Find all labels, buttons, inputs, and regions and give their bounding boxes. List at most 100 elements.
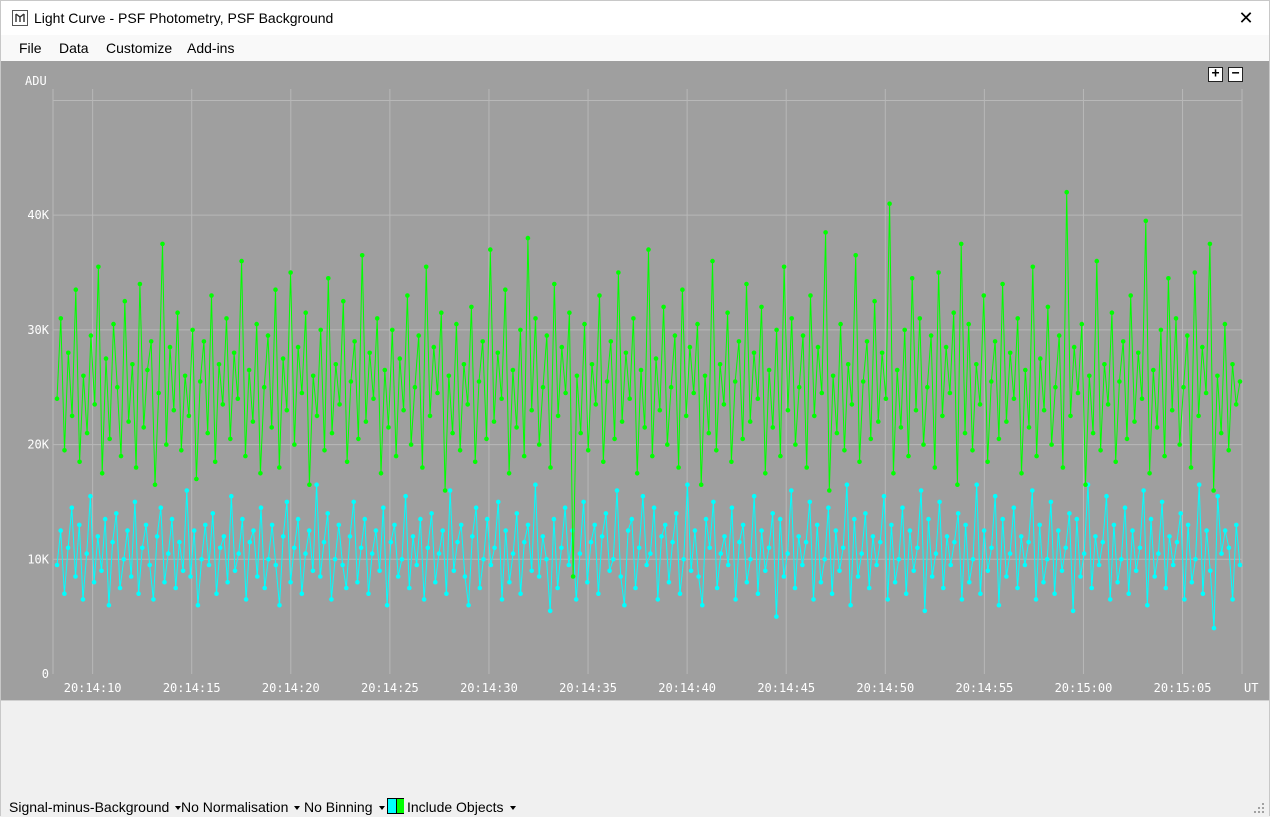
series-1-point [1156, 551, 1161, 556]
close-button[interactable]: ✕ [1223, 1, 1269, 35]
series-0-point [103, 356, 109, 361]
series-0-point [815, 344, 821, 350]
series-0-point [642, 425, 647, 430]
series-0-point [770, 425, 776, 430]
series-1-point [763, 568, 768, 574]
series-0-point [766, 367, 772, 373]
series-0-point [326, 276, 331, 281]
series-0-point [454, 321, 459, 327]
series-1-point [503, 528, 509, 533]
series-1-point [392, 522, 397, 528]
measurement-dropdown[interactable]: Signal-minus-Background [9, 799, 182, 815]
series-1-point [206, 562, 212, 568]
series-0-point [197, 379, 203, 384]
series-0-point [759, 304, 764, 310]
series-1-point [410, 534, 416, 539]
series-0-point [179, 448, 184, 453]
series-0-point [932, 465, 938, 470]
series-1-point [729, 505, 735, 511]
series-0-point [220, 402, 226, 407]
zoom-in-button[interactable]: + [1208, 67, 1223, 82]
series-1-point [251, 528, 256, 533]
series-0-point [785, 407, 791, 413]
series-0-point [1181, 384, 1186, 390]
series-1-point [369, 551, 375, 556]
series-0-point [1147, 471, 1152, 476]
series-1-line [56, 484, 1241, 629]
series-1-point [844, 482, 850, 488]
series-1-point [499, 597, 505, 602]
x-tick-label: 20:14:25 [361, 681, 419, 695]
series-1-point [1074, 516, 1080, 522]
series-0-point [702, 373, 708, 379]
series-1-point [1137, 545, 1143, 551]
resize-grip-icon[interactable] [1253, 802, 1265, 814]
series-0-point [819, 390, 825, 396]
series-0-point [601, 459, 606, 465]
series-0-point [868, 436, 874, 442]
series-0-point [906, 453, 911, 459]
series-0-point [175, 310, 180, 315]
series-1-point [970, 557, 976, 562]
series-0-point [269, 425, 275, 430]
series-0-point [265, 333, 271, 338]
y-tick-label: 40K [27, 208, 49, 222]
series-1-point [800, 562, 805, 568]
series-1-point [447, 488, 453, 493]
y-tick-label: 20K [27, 438, 49, 452]
menu-add-ins[interactable]: Add-ins [187, 40, 234, 56]
series-1-point [1048, 499, 1054, 505]
series-1-point [1056, 528, 1061, 533]
light-curve-plot[interactable]: 0 10K 20K 30K 40K 20:14:10 20:14:15 20:14:20 20:… [1, 61, 1269, 700]
series-0-point [1098, 448, 1103, 453]
series-0-point [92, 402, 97, 407]
series-1-point [91, 579, 97, 585]
series-1-point [766, 545, 772, 551]
series-1-point [433, 579, 438, 585]
series-0-point [1068, 413, 1073, 419]
series-1-point [644, 562, 649, 568]
series-1-point [1193, 557, 1198, 562]
series-0-point [1064, 189, 1069, 195]
series-1-point [833, 528, 839, 533]
series-1-point [114, 511, 119, 516]
menu-data[interactable]: Data [59, 40, 89, 56]
series-1-point [1178, 511, 1183, 516]
series-0-point [284, 407, 290, 413]
series-1-point [210, 511, 216, 516]
series-0-point [1007, 350, 1013, 356]
series-0-point [133, 465, 139, 470]
series-0-point [891, 471, 896, 476]
series-0-point [1143, 218, 1149, 224]
series-1-point [1004, 574, 1009, 579]
series-1-point [785, 551, 790, 556]
binning-dropdown[interactable]: No Binning [304, 799, 385, 815]
series-1-point [332, 557, 338, 562]
series-0-point [1207, 241, 1213, 247]
series-1-point [666, 579, 672, 585]
menu-customize[interactable]: Customize [106, 40, 172, 56]
series-0-point [130, 362, 135, 367]
series-0-point [499, 396, 504, 402]
series-0-point [842, 448, 847, 453]
series-0-point [141, 425, 146, 430]
series-1-point [922, 608, 928, 614]
series-1-point [1089, 585, 1094, 591]
series-0-point [585, 448, 591, 453]
series-0-point [442, 488, 448, 493]
series-0-point [834, 430, 840, 436]
series-1-point [585, 579, 590, 585]
series-1-point [470, 534, 475, 539]
series-0-point [879, 350, 885, 356]
series-1-point [54, 562, 60, 568]
normalisation-dropdown[interactable]: No Normalisation [181, 799, 301, 815]
series-0-point [909, 276, 915, 281]
objects-dropdown[interactable]: Include Objects [407, 799, 516, 815]
series-0-point [552, 281, 557, 287]
menu-file[interactable]: File [19, 40, 42, 56]
series-0-point [1019, 471, 1024, 476]
series-0-point [747, 419, 753, 424]
zoom-out-button[interactable]: − [1228, 67, 1243, 82]
series-0-point [548, 465, 553, 470]
series-0-point [378, 471, 384, 476]
